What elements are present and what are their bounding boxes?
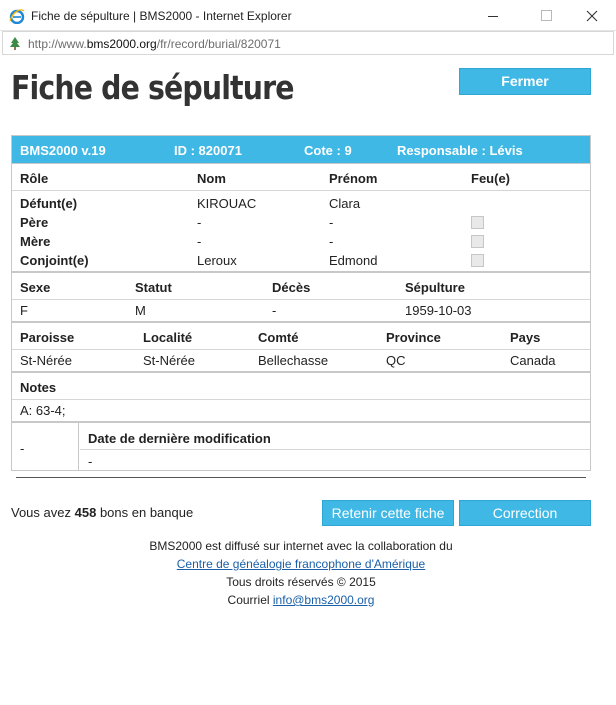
persons-header-row: Rôle Nom Prénom Feu(e) xyxy=(12,164,590,191)
person-prenom: Clara xyxy=(329,196,361,211)
value-statut: M xyxy=(135,303,146,318)
footer-partner-link[interactable]: Centre de généalogie francophone d'Améri… xyxy=(177,557,425,571)
col-prenom: Prénom xyxy=(329,171,378,186)
vital-header-row: Sexe Statut Décès Sépulture xyxy=(12,273,590,300)
correction-button[interactable]: Correction xyxy=(459,500,591,526)
modification-value: - xyxy=(88,454,93,469)
place-values-row: St-Nérée St-Nérée Bellechasse QC Canada xyxy=(12,350,590,369)
col-sepulture: Sépulture xyxy=(405,280,465,295)
footer-copyright: Tous droits réservés © 2015 xyxy=(226,575,376,589)
value-localite: St-Nérée xyxy=(143,353,196,368)
notes-section: Notes A: 63-4; xyxy=(12,371,590,421)
notes-value: A: 63-4; xyxy=(20,403,66,418)
person-row-conjoint: Conjoint(e) Leroux Edmond xyxy=(12,250,590,269)
person-row-pere: Père - - xyxy=(12,212,590,231)
value-comte: Bellechasse xyxy=(258,353,329,368)
address-url: http://www.bms2000.org/fr/record/burial/… xyxy=(28,37,281,51)
close-window-icon[interactable] xyxy=(577,4,607,28)
keep-record-button[interactable]: Retenir cette fiche xyxy=(322,500,454,526)
person-prenom: Edmond xyxy=(329,253,378,268)
close-button[interactable]: Fermer xyxy=(459,68,591,95)
person-nom: Leroux xyxy=(197,253,237,268)
modification-section: - Date de dernière modification - xyxy=(12,421,591,470)
value-deces: - xyxy=(272,303,277,318)
record-header: BMS2000 v.19 ID : 820071 Cote : 9 Respon… xyxy=(12,136,590,163)
col-province: Province xyxy=(386,330,441,345)
feu-checkbox[interactable] xyxy=(471,235,484,248)
person-row-mere: Mère - - xyxy=(12,231,590,250)
col-sexe: Sexe xyxy=(20,280,51,295)
bank-count: 458 xyxy=(74,505,97,520)
footer: BMS2000 est diffusé sur internet avec la… xyxy=(0,537,602,609)
value-paroisse: St-Nérée xyxy=(20,353,73,368)
person-nom: - xyxy=(197,234,202,249)
internet-explorer-icon xyxy=(9,9,25,24)
col-statut: Statut xyxy=(135,280,172,295)
page-title: Fiche de sépulture xyxy=(11,68,295,107)
record-responsable: Responsable : Lévis xyxy=(397,143,523,158)
window-title: Fiche de sépulture | BMS2000 - Internet … xyxy=(31,9,292,23)
col-pays: Pays xyxy=(510,330,541,345)
value-pays: Canada xyxy=(510,353,556,368)
person-role: Défunt(e) xyxy=(20,196,78,211)
record-cote: Cote : 9 xyxy=(304,143,352,158)
person-prenom: - xyxy=(329,215,334,230)
person-nom: KIROUAC xyxy=(197,196,257,211)
place-header-row: Paroisse Localité Comté Province Pays xyxy=(12,323,590,350)
modification-left-cell: - xyxy=(12,423,79,470)
place-table: Paroisse Localité Comté Province Pays St… xyxy=(12,321,590,371)
footer-line1: BMS2000 est diffusé sur internet avec la… xyxy=(149,539,453,553)
col-nom: Nom xyxy=(197,171,226,186)
vital-table: Sexe Statut Décès Sépulture F M - 1959-1… xyxy=(12,271,590,321)
site-tree-icon xyxy=(10,37,20,50)
value-sepulture: 1959-10-03 xyxy=(405,303,472,318)
persons-table: Rôle Nom Prénom Feu(e) Défunt(e) KIROUAC… xyxy=(12,163,590,271)
col-feu: Feu(e) xyxy=(471,171,510,186)
col-deces: Décès xyxy=(272,280,311,295)
person-row-defunt: Défunt(e) KIROUAC Clara xyxy=(12,193,590,212)
person-prenom: - xyxy=(329,234,334,249)
col-paroisse: Paroisse xyxy=(20,330,75,345)
record-version: BMS2000 v.19 xyxy=(20,143,106,158)
page-content: Fiche de sépulture Fermer BMS2000 v.19 I… xyxy=(0,56,616,705)
minimize-icon[interactable] xyxy=(478,4,508,28)
vital-values-row: F M - 1959-10-03 xyxy=(12,300,590,319)
col-localite: Localité xyxy=(143,330,193,345)
contact-email-link[interactable]: info@bms2000.org xyxy=(273,593,375,607)
person-role: Mère xyxy=(20,234,51,249)
notes-label: Notes xyxy=(20,380,57,395)
maximize-icon[interactable] xyxy=(531,4,561,28)
col-role: Rôle xyxy=(20,171,49,186)
col-comte: Comté xyxy=(258,330,299,345)
divider xyxy=(16,477,586,478)
bank-prefix: Vous avez xyxy=(11,505,71,520)
modification-label: Date de dernière modification xyxy=(88,431,271,446)
modification-left-value: - xyxy=(20,441,25,456)
value-sexe: F xyxy=(20,303,28,318)
notes-header-row: Notes xyxy=(12,373,590,400)
feu-checkbox[interactable] xyxy=(471,216,484,229)
window-titlebar: Fiche de sépulture | BMS2000 - Internet … xyxy=(0,0,616,31)
value-province: QC xyxy=(386,353,406,368)
contact-label: Courriel xyxy=(227,593,270,607)
modification-header: Date de dernière modification xyxy=(80,423,591,450)
notes-values-row: A: 63-4; xyxy=(12,400,590,419)
bank-balance: Vous avez 458 bons en banque xyxy=(11,505,193,520)
person-nom: - xyxy=(197,215,202,230)
burial-record: BMS2000 v.19 ID : 820071 Cote : 9 Respon… xyxy=(11,135,591,471)
record-id: ID : 820071 xyxy=(174,143,242,158)
footer-contact: Courriel info@bms2000.org xyxy=(0,591,602,609)
bank-suffix: bons en banque xyxy=(99,505,194,520)
person-role: Père xyxy=(20,215,49,230)
person-role: Conjoint(e) xyxy=(20,253,89,268)
address-bar[interactable]: http://www.bms2000.org/fr/record/burial/… xyxy=(2,31,614,55)
feu-checkbox[interactable] xyxy=(471,254,484,267)
